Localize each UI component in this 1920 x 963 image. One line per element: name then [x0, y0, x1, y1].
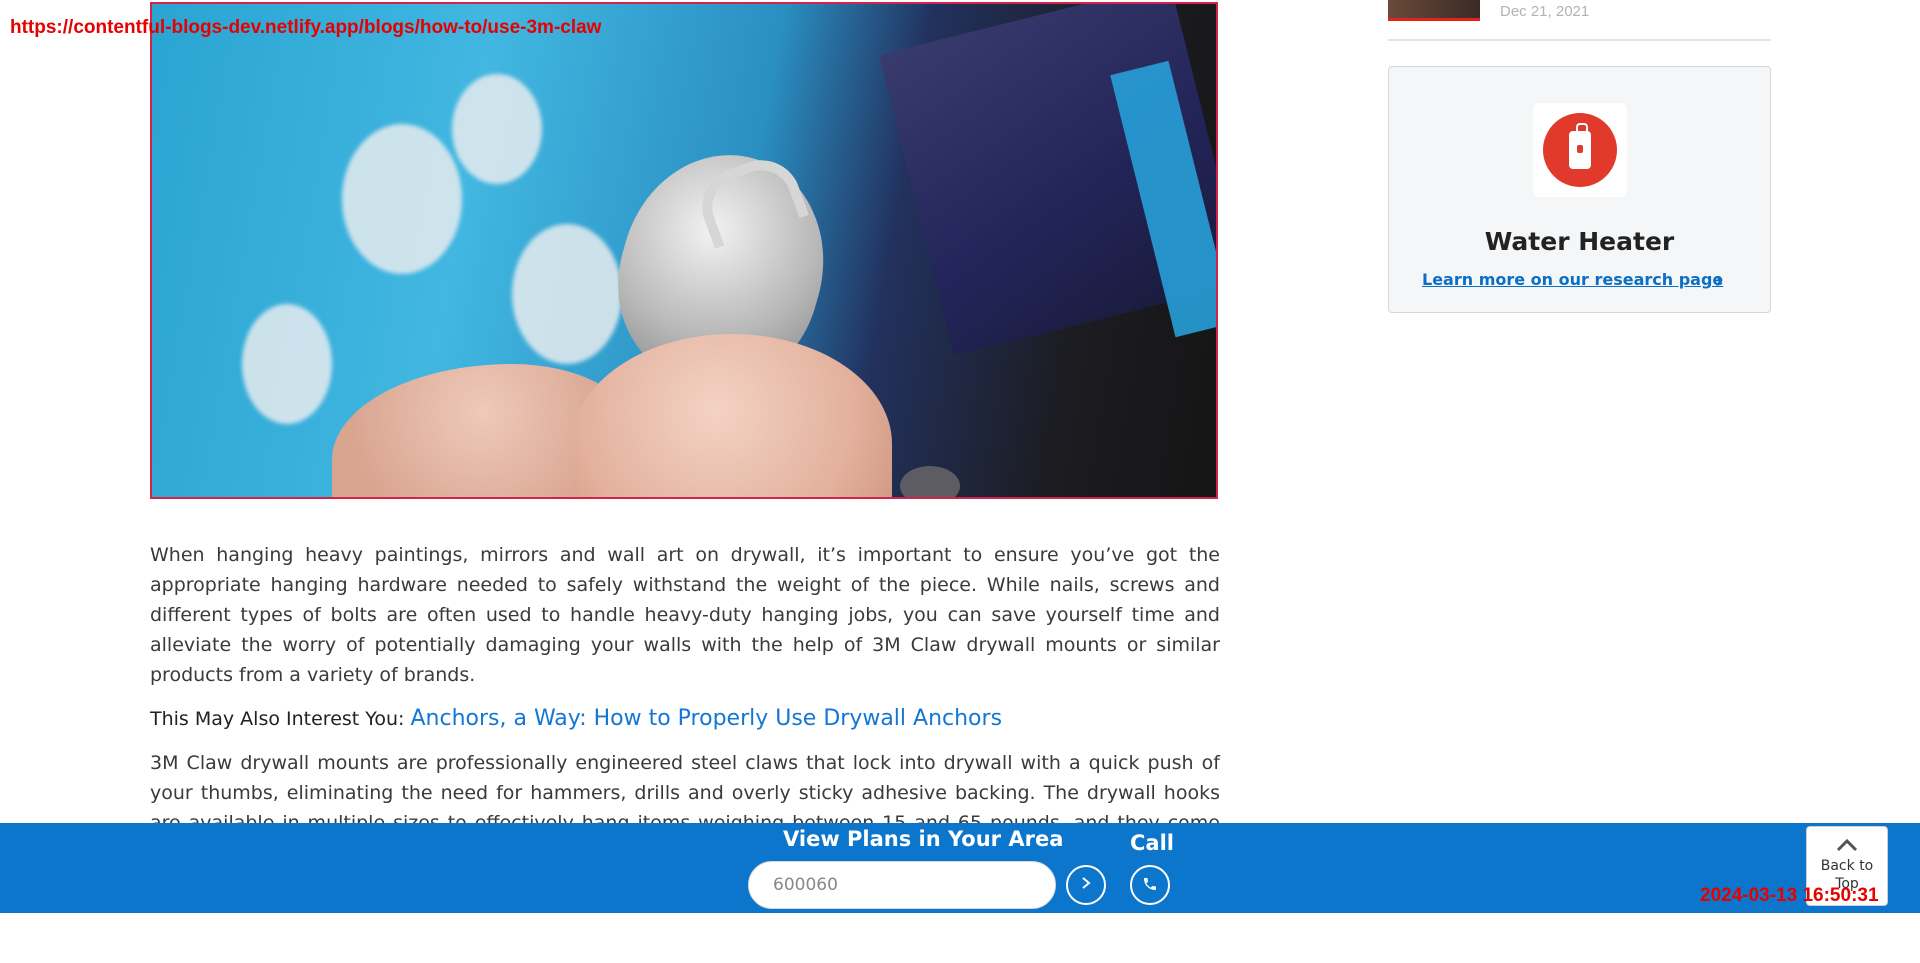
- recent-post-date: Dec 21, 2021: [1500, 3, 1590, 20]
- research-page-link[interactable]: Learn more on our research page: [1422, 270, 1723, 289]
- article-paragraph: When hanging heavy paintings, mirrors an…: [150, 544, 1220, 686]
- zip-submit-button[interactable]: [1066, 865, 1106, 905]
- article-hero-image: [150, 2, 1218, 499]
- related-lead: This May Also Interest You:: [150, 708, 405, 730]
- url-overlay: https://contentful-blogs-dev.netlify.app…: [10, 17, 602, 38]
- call-label: Call: [1130, 831, 1174, 855]
- research-card-title: Water Heater: [1484, 227, 1675, 256]
- related-article-link[interactable]: Anchors, a Way: How to Properly Use Dryw…: [410, 706, 1002, 731]
- timestamp-overlay: 2024-03-13 16:50:31: [1700, 885, 1879, 906]
- water-heater-icon: [1533, 103, 1627, 197]
- phone-icon: [1144, 877, 1156, 890]
- thumb: [572, 334, 892, 497]
- article-body: When hanging heavy paintings, mirrors an…: [150, 540, 1220, 868]
- sticky-cta-bar: View Plans in Your Area Call: [0, 823, 1920, 913]
- plans-title: View Plans in Your Area: [783, 827, 1064, 851]
- zip-code-input[interactable]: [748, 861, 1056, 909]
- chevron-up-icon: [1836, 838, 1858, 852]
- chevron-right-icon: [1082, 877, 1091, 889]
- related-article: This May Also Interest You: Anchors, a W…: [150, 704, 1220, 734]
- chevron-right-icon[interactable]: ›: [1715, 268, 1723, 292]
- research-card: Water Heater Learn more on our research …: [1388, 66, 1771, 313]
- page: https://contentful-blogs-dev.netlify.app…: [0, 0, 1920, 963]
- recent-post-thumbnail[interactable]: [1388, 0, 1480, 21]
- call-button[interactable]: [1130, 865, 1170, 905]
- divider: [1388, 39, 1771, 41]
